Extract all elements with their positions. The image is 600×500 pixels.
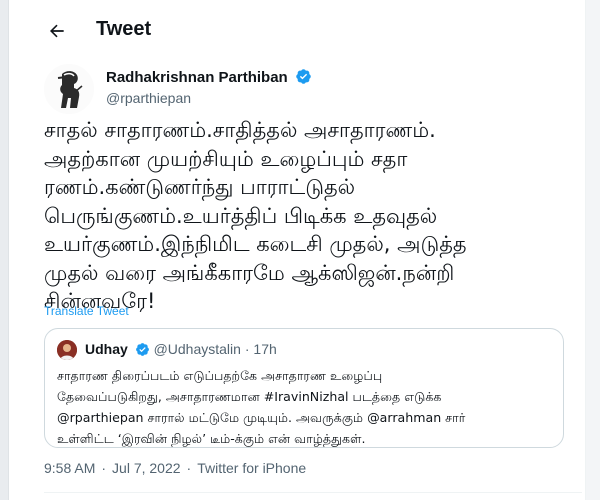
page-header: Tweet	[8, 0, 585, 62]
tweet-text-line: சாதல் சாதாரணம்.சாதித்தல் அசாதாரணம்.	[44, 118, 436, 142]
quoted-text-line: உள்ளிட்ட ‘இரவின் நிழல்’ டீம்-க்கும் என் …	[57, 431, 366, 446]
quoted-avatar[interactable]	[57, 340, 77, 360]
quoted-text-line: சாதாரண திரைப்படம் எடுப்பதற்கே அசாதாரண உழ…	[57, 368, 383, 383]
tweet-body: சாதல் சாதாரணம்.சாதித்தல் அசாதாரணம். அதற்…	[44, 116, 584, 316]
quoted-text-line: @rparthiepan சாரால் மட்டுமே முடியும். அவ…	[57, 410, 466, 425]
quoted-text-line: தேவைப்படுகிறது, அசாதாரணமான #IravinNizhal…	[57, 389, 442, 404]
avatar-sketch-image	[44, 64, 94, 114]
tweet-text-line: ரணம்.கண்டுணர்ந்து பாராட்டுதல்	[44, 175, 356, 199]
page-title: Tweet	[96, 18, 152, 40]
quoted-tweet-body: சாதாரண திரைப்படம் எடுப்பதற்கே அசாதாரண உழ…	[57, 365, 557, 449]
tweet-time[interactable]: 9:58 AM	[44, 460, 95, 476]
quoted-tweet-header: Udhay @Udhaystalin · 17h	[85, 341, 277, 357]
tweet-author: Radhakrishnan Parthiban @rparthiepan	[44, 64, 564, 114]
tweet-text-line: அதற்கான முயற்சியும் உழைப்பும் சதா	[44, 146, 408, 171]
verified-badge-icon	[135, 343, 149, 356]
avatar[interactable]	[44, 64, 94, 114]
quoted-author-name[interactable]: Udhay	[85, 341, 128, 357]
tweet-column: Tweet Radhakrishnan Parthiban @rparthiep…	[8, 0, 586, 500]
quoted-author-handle[interactable]: @Udhaystalin	[154, 341, 241, 357]
tweet-source[interactable]: Twitter for iPhone	[197, 460, 306, 476]
author-name[interactable]: Radhakrishnan Parthiban	[106, 68, 312, 86]
back-button[interactable]	[46, 20, 68, 42]
quoted-tweet-age[interactable]: 17h	[253, 341, 276, 357]
separator-dot: ·	[244, 341, 250, 357]
tweet-text-line: பெருங்குணம்.உயர்த்திப் பிடிக்க உதவுதல்	[44, 203, 438, 228]
author-name-text[interactable]: Radhakrishnan Parthiban	[106, 69, 288, 86]
verified-badge-icon	[296, 69, 311, 84]
quoted-tweet-card[interactable]: Udhay @Udhaystalin · 17h சாதாரண திரைப்பட…	[44, 328, 564, 448]
quoted-avatar-image	[57, 340, 77, 360]
tweet-text-line: உயர்குணம்.இந்நிமிட கடைசி முதல், அடுத்த	[44, 232, 467, 256]
tweet-date[interactable]: Jul 7, 2022	[112, 460, 181, 476]
translate-tweet-link[interactable]: Translate Tweet	[44, 304, 129, 318]
scrollbar[interactable]	[585, 0, 600, 500]
separator-dot: ·	[186, 460, 192, 476]
divider	[44, 492, 582, 493]
tweet-metadata: 9:58 AM · Jul 7, 2022 · Twitter for iPhone	[44, 460, 312, 476]
arrow-left-icon	[50, 24, 64, 38]
separator-dot: ·	[101, 460, 107, 476]
author-handle[interactable]: @rparthiepan	[106, 90, 191, 106]
tweet-text-line: முதல் வரை அங்கீகாரமே ஆக்ஸிஜன்.நன்றி	[44, 260, 455, 285]
